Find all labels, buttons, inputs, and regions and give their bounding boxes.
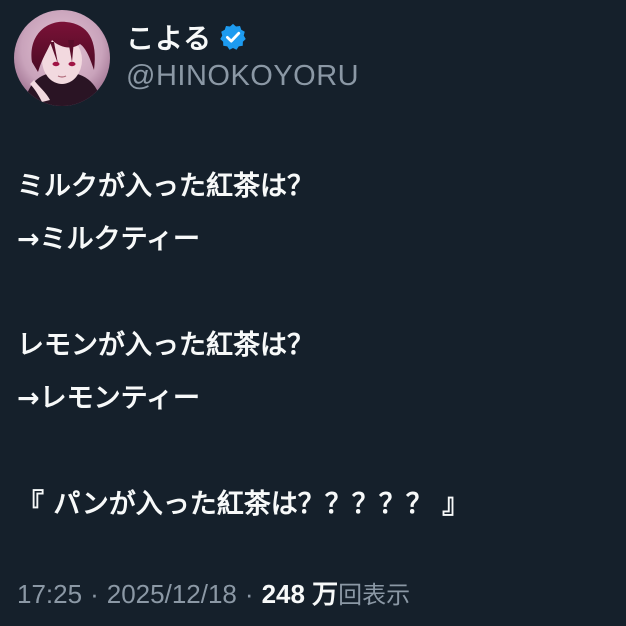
avatar-image [14, 10, 110, 106]
tweet-line: →レモンティー [17, 383, 201, 414]
avatar[interactable] [14, 10, 110, 106]
views-count[interactable]: 248 万 [262, 574, 339, 611]
tweet: こよる @HINOKOYORU ミルクが入った紅茶は？ →ミルクティー レモンが… [0, 0, 626, 626]
display-name[interactable]: こよる [126, 17, 212, 57]
tweet-text: ミルクが入った紅茶は？ →ミルクティー レモンが入った紅茶は？ →レモンティー … [17, 160, 469, 531]
handle[interactable]: @HINOKOYORU [126, 60, 359, 93]
name-row: こよる [126, 16, 359, 58]
tweet-line [17, 425, 469, 478]
separator: · [90, 579, 99, 609]
verified-badge-icon [218, 22, 248, 52]
tweet-line: 『 パンが入った紅茶は？？？？？ 』 [17, 489, 470, 520]
tweet-time[interactable]: 17:25 [17, 579, 82, 610]
tweet-date[interactable]: 2025/12/18 [107, 579, 237, 610]
tweet-line: ミルクが入った紅茶は？ [17, 171, 314, 202]
views-label: 回表示 [338, 581, 411, 609]
tweet-line: →ミルクティー [17, 224, 201, 255]
separator: · [244, 579, 254, 609]
author-info[interactable]: こよる @HINOKOYORU [126, 16, 359, 93]
tweet-meta: 17:25 · 2025/12/18 · 248 万 回表示 [17, 574, 410, 611]
tweet-line [17, 266, 469, 319]
tweet-line: レモンが入った紅茶は？ [17, 330, 314, 361]
